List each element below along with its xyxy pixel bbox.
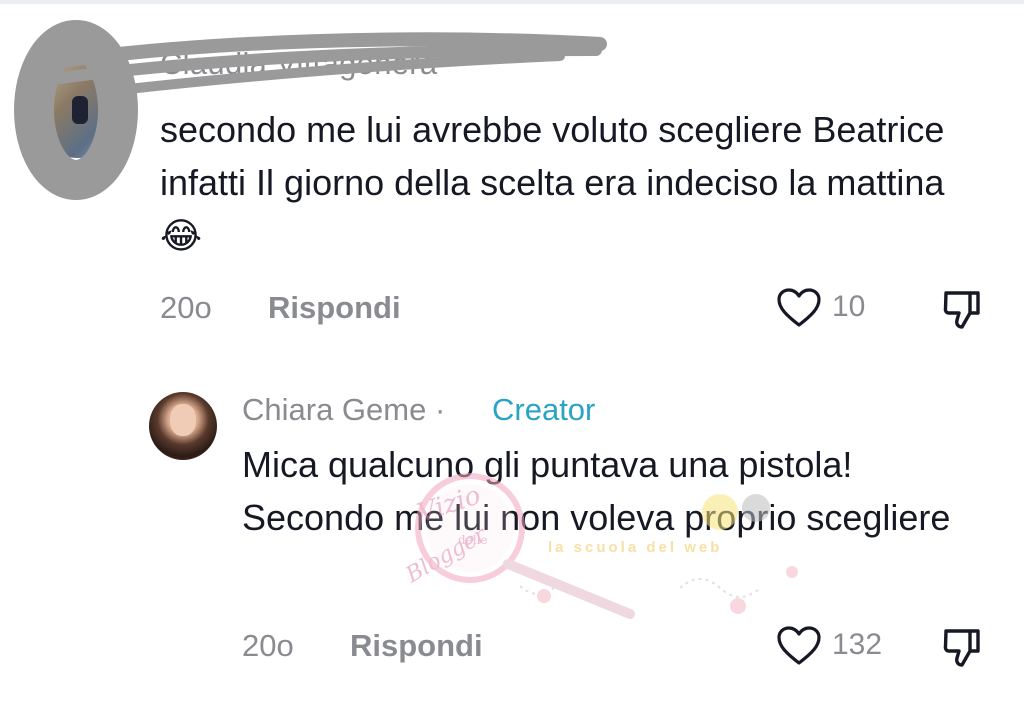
like-count: 10 xyxy=(832,290,866,323)
thumbs-down-icon[interactable] xyxy=(940,287,984,331)
comment-text: Mica qualcuno gli puntava una pistola! S… xyxy=(242,444,951,538)
comment-text: secondo me lui avrebbe voluto scegliere … xyxy=(160,109,945,256)
comment-username[interactable]: Chiara Geme xyxy=(242,392,426,427)
avatar-figure xyxy=(72,96,88,124)
top-divider xyxy=(0,0,1024,4)
heart-outline-icon[interactable] xyxy=(776,625,822,667)
avatar-face xyxy=(170,404,196,436)
thumbs-down-icon[interactable] xyxy=(940,625,984,669)
reply-button[interactable]: Rispondi xyxy=(350,628,483,664)
separator-dot: · xyxy=(434,392,446,427)
creator-badge: Creator xyxy=(492,392,596,427)
comment-username-row[interactable]: Chiara Geme · xyxy=(242,392,445,428)
heart-outline-icon[interactable] xyxy=(776,287,822,329)
comment-username[interactable]: Claudia Vittagonera xyxy=(160,46,437,82)
reply-button[interactable]: Rispondi xyxy=(268,290,401,326)
comment-timestamp: 20o xyxy=(242,628,294,663)
like-count: 132 xyxy=(832,628,883,661)
comment-timestamp: 20o xyxy=(160,290,212,325)
